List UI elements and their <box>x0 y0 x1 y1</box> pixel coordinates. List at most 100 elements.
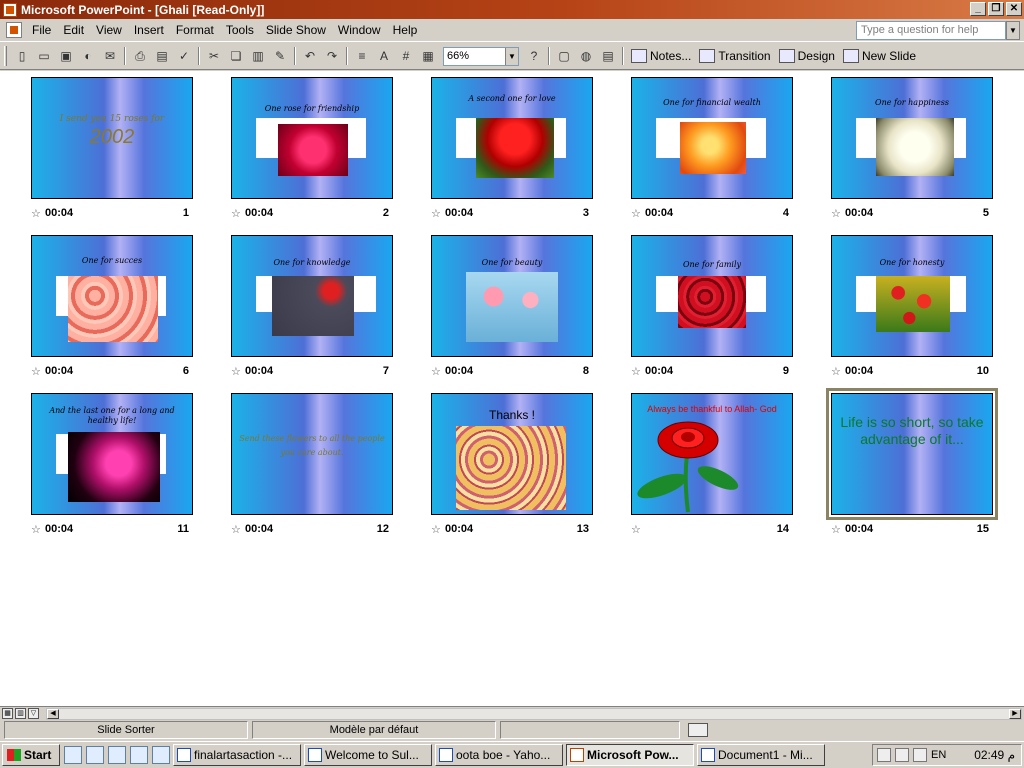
menu-insert[interactable]: Insert <box>128 23 170 37</box>
start-button[interactable]: Start <box>2 744 60 766</box>
quicklaunch-app-icon[interactable] <box>130 746 148 764</box>
spelling-icon[interactable]: ✓ <box>174 46 194 66</box>
slide-thumbnail-5[interactable]: One for happiness <box>831 77 993 199</box>
cut-icon[interactable]: ✂ <box>204 46 224 66</box>
quicklaunch-ie-icon[interactable] <box>86 746 104 764</box>
slide-thumbnail-2[interactable]: One rose for friendship <box>231 77 393 199</box>
save-icon[interactable]: ▣ <box>56 46 76 66</box>
transition-star-icon[interactable]: ☆ <box>31 207 41 220</box>
restore-button[interactable]: ❐ <box>988 2 1004 16</box>
taskbar-item-yahoo[interactable]: oota boe - Yaho... <box>435 744 563 766</box>
scroll-left-icon[interactable]: ◀ <box>47 709 59 719</box>
color-grayscale-icon[interactable]: ▦ <box>418 46 438 66</box>
slide-design-icon[interactable]: ▢ <box>554 46 574 66</box>
quicklaunch-desktop-icon[interactable] <box>64 746 82 764</box>
horizontal-scrollbar[interactable]: ◀ ▶ <box>46 708 1022 720</box>
volume-icon[interactable] <box>877 748 891 762</box>
ask-dropdown-arrow[interactable]: ▼ <box>1006 21 1020 40</box>
menu-help[interactable]: Help <box>387 23 424 37</box>
minimize-button[interactable]: _ <box>970 2 986 16</box>
ask-question-input[interactable]: Type a question for help <box>856 21 1006 40</box>
slide-thumbnail-6[interactable]: One for succes <box>31 235 193 357</box>
slide-sorter-view-icon[interactable]: ▥ <box>15 708 26 719</box>
new-slide-button[interactable]: New Slide <box>842 49 916 63</box>
quicklaunch-media-icon[interactable] <box>152 746 170 764</box>
taskbar-item-browser[interactable]: Welcome to Sul... <box>304 744 432 766</box>
slide-thumbnail-14[interactable]: Always be thankful to Allah- God <box>631 393 793 515</box>
summary-slide-icon[interactable]: ▤ <box>598 46 618 66</box>
slide-thumbnail-11[interactable]: And the last one for a long and healthy … <box>31 393 193 515</box>
transition-star-icon[interactable]: ☆ <box>831 365 841 378</box>
format-painter-icon[interactable]: ✎ <box>270 46 290 66</box>
slide-thumbnail-12[interactable]: Send these flowers to all the people you… <box>231 393 393 515</box>
transition-star-icon[interactable]: ☆ <box>431 523 441 536</box>
design-button[interactable]: Design <box>778 49 835 63</box>
slide-sorter-workspace[interactable]: I send you 15 roses for 2002 ☆ 00:04 1 O… <box>0 71 1024 706</box>
notes-button[interactable]: Notes... <box>631 49 691 63</box>
menu-view[interactable]: View <box>90 23 128 37</box>
transition-star-icon[interactable]: ☆ <box>231 365 241 378</box>
transition-star-icon[interactable]: ☆ <box>231 207 241 220</box>
transition-star-icon[interactable]: ☆ <box>231 523 241 536</box>
scroll-right-icon[interactable]: ▶ <box>1009 709 1021 719</box>
transition-star-icon[interactable]: ☆ <box>831 207 841 220</box>
quicklaunch-outlook-icon[interactable] <box>108 746 126 764</box>
normal-view-icon[interactable]: ▦ <box>2 708 13 719</box>
slide-thumbnail-15[interactable]: Life is so short, so take advantage of i… <box>826 388 998 520</box>
slide-thumbnail-10[interactable]: One for honesty <box>831 235 993 357</box>
chevron-down-icon[interactable]: ▼ <box>505 47 518 65</box>
toolbar-grip[interactable] <box>4 46 7 66</box>
document-icon[interactable] <box>6 22 22 38</box>
network-icon[interactable] <box>895 748 909 762</box>
help-icon[interactable]: ? <box>524 46 544 66</box>
transition-star-icon[interactable]: ☆ <box>31 365 41 378</box>
menu-format[interactable]: Format <box>170 23 220 37</box>
zoom-select[interactable]: 66% ▼ <box>443 46 519 66</box>
menu-file[interactable]: File <box>26 23 57 37</box>
spelling-status-icon[interactable] <box>688 723 708 737</box>
menu-slide-show[interactable]: Slide Show <box>260 23 332 37</box>
taskbar-item-word-doc[interactable]: finalartasaction -... <box>173 744 301 766</box>
email-icon[interactable]: ✉ <box>100 46 120 66</box>
slide-show-icon[interactable]: ▽ <box>28 708 39 719</box>
show-formatting-icon[interactable]: A <box>374 46 394 66</box>
print-icon[interactable]: ⎙ <box>130 46 150 66</box>
menu-tools[interactable]: Tools <box>220 23 260 37</box>
slide-1-timing: 00:04 <box>45 207 74 219</box>
transition-button[interactable]: Transition <box>699 49 771 63</box>
paste-icon[interactable]: ▥ <box>248 46 268 66</box>
expand-all-icon[interactable]: ≡ <box>352 46 372 66</box>
slide-thumbnail-1[interactable]: I send you 15 roses for 2002 <box>31 77 193 199</box>
transition-star-icon[interactable]: ☆ <box>431 365 441 378</box>
grid-icon[interactable]: # <box>396 46 416 66</box>
slide-thumbnail-3[interactable]: A second one for love <box>431 77 593 199</box>
taskbar-item-powerpoint[interactable]: Microsoft Pow... <box>566 744 694 766</box>
hide-slide-icon[interactable]: ◍ <box>576 46 596 66</box>
powerpoint-app-icon[interactable] <box>3 2 17 17</box>
slide-thumbnail-7[interactable]: One for knowledge <box>231 235 393 357</box>
transition-star-icon[interactable]: ☆ <box>831 523 841 536</box>
print-preview-icon[interactable]: ▤ <box>152 46 172 66</box>
transition-star-icon[interactable]: ☆ <box>31 523 41 536</box>
copy-icon[interactable]: ❏ <box>226 46 246 66</box>
language-indicator[interactable]: EN <box>931 749 946 761</box>
transition-star-icon[interactable]: ☆ <box>431 207 441 220</box>
standard-toolbar: ▯ ▭ ▣ ◐ ✉ ⎙ ▤ ✓ ✂ ❏ ▥ ✎ ↶ ↷ ≡ A # ▦ 66% … <box>0 43 1024 70</box>
redo-icon[interactable]: ↷ <box>322 46 342 66</box>
new-file-icon[interactable]: ▯ <box>12 46 32 66</box>
menu-edit[interactable]: Edit <box>57 23 90 37</box>
transition-star-icon[interactable]: ☆ <box>631 365 641 378</box>
messenger-icon[interactable] <box>913 748 927 762</box>
transition-star-icon[interactable]: ☆ <box>631 523 641 536</box>
slide-thumbnail-9[interactable]: One for family <box>631 235 793 357</box>
menu-window[interactable]: Window <box>332 23 387 37</box>
undo-icon[interactable]: ↶ <box>300 46 320 66</box>
open-folder-icon[interactable]: ▭ <box>34 46 54 66</box>
close-button[interactable]: ✕ <box>1006 2 1022 16</box>
permission-icon[interactable]: ◐ <box>78 46 98 66</box>
slide-thumbnail-13[interactable]: Thanks ! <box>431 393 593 515</box>
slide-thumbnail-4[interactable]: One for financial wealth <box>631 77 793 199</box>
transition-star-icon[interactable]: ☆ <box>631 207 641 220</box>
taskbar-item-document1[interactable]: Document1 - Mi... <box>697 744 825 766</box>
slide-thumbnail-8[interactable]: One for beauty <box>431 235 593 357</box>
